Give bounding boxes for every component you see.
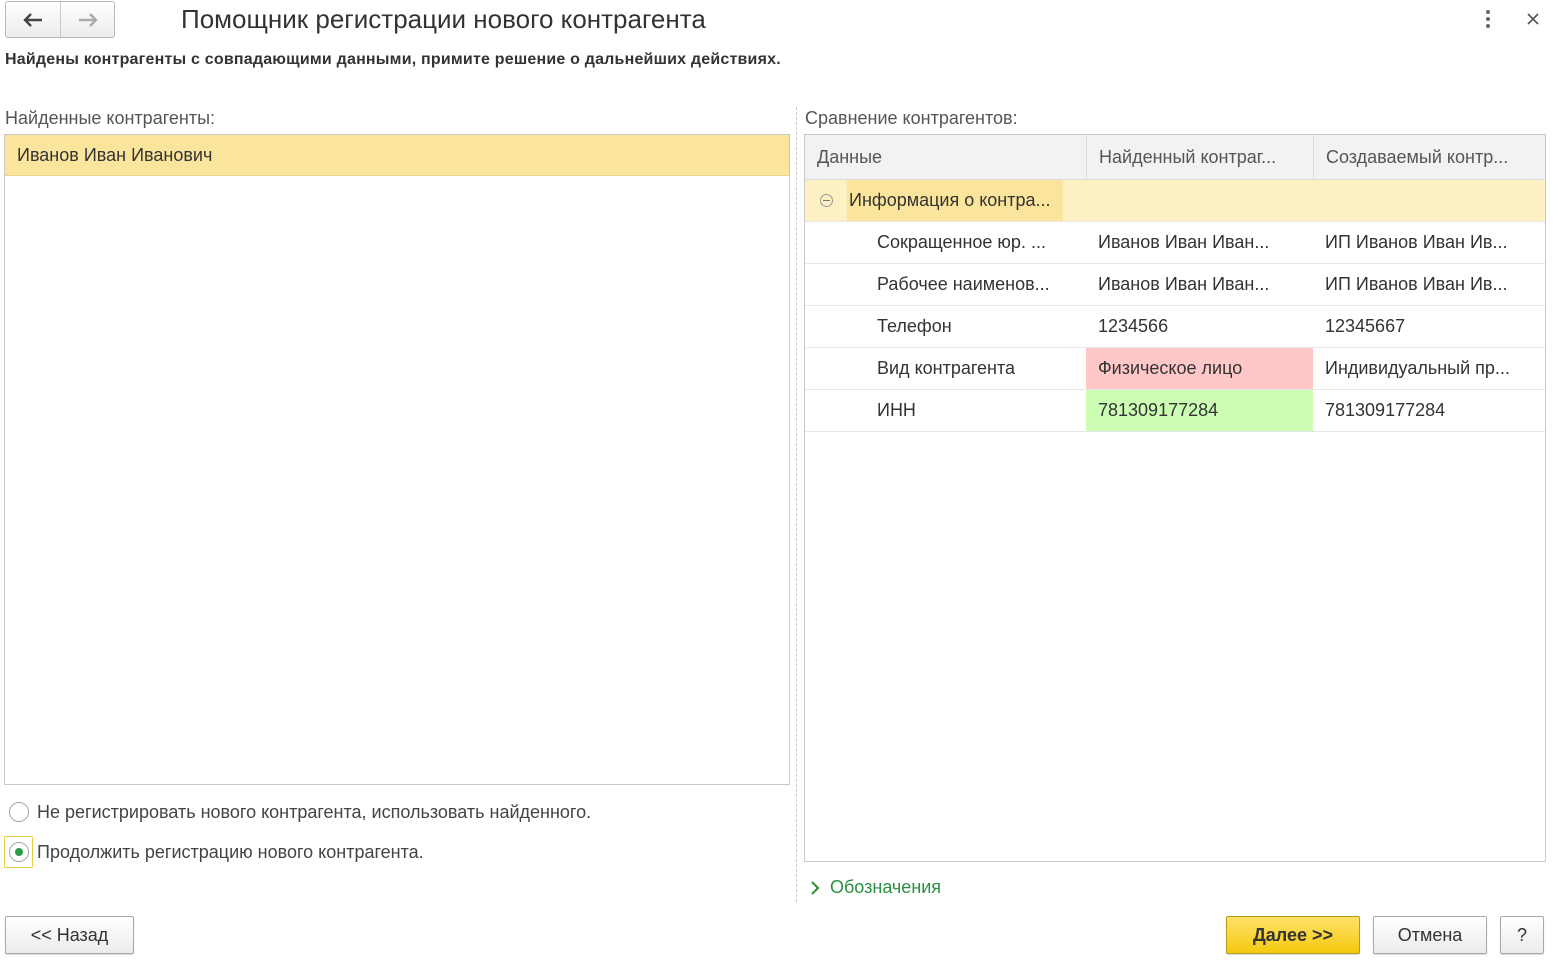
found-value: 1234566 <box>1098 316 1169 336</box>
collapse-icon[interactable] <box>805 180 847 221</box>
field-name: Сокращенное юр. ... <box>877 232 1046 252</box>
new-value: 781309177284 <box>1325 400 1446 420</box>
found-value: Иванов Иван Иван... <box>1098 274 1270 294</box>
close-button[interactable] <box>1522 6 1544 32</box>
found-value-different: Физическое лицо <box>1086 348 1313 389</box>
cancel-button[interactable]: Отмена <box>1373 916 1487 954</box>
radio-wrapper <box>4 796 33 828</box>
column-header-data[interactable]: Данные <box>805 135 1086 179</box>
next-button[interactable]: Далее >> <box>1226 916 1360 954</box>
arrow-right-icon <box>78 12 98 27</box>
option-continue-new-label: Продолжить регистрацию нового контрагент… <box>37 841 424 862</box>
found-list[interactable]: Иванов Иван Иванович <box>4 134 790 785</box>
legend-label: Обозначения <box>830 877 942 897</box>
comparison-label: Сравнение контрагентов: <box>805 108 1018 128</box>
close-icon <box>1527 13 1539 25</box>
forward-nav-button[interactable] <box>60 2 114 37</box>
new-value: ИП Иванов Иван Ив... <box>1325 232 1508 252</box>
column-header-new[interactable]: Создаваемый контр... <box>1313 135 1545 179</box>
option-use-found-label: Не регистрировать нового контрагента, ис… <box>37 801 592 822</box>
legend-toggle[interactable]: Обозначения <box>810 877 941 898</box>
page-subtitle: Найдены контрагенты с совпадающими данны… <box>5 51 781 68</box>
field-name: Телефон <box>877 316 952 336</box>
option-continue-new[interactable]: Продолжить регистрацию нового контрагент… <box>4 836 424 868</box>
table-row[interactable]: Сокращенное юр. ... Иванов Иван Иван... … <box>805 222 1545 264</box>
table-row[interactable]: Телефон 1234566 12345667 <box>805 306 1545 348</box>
group-cell: Информация о контра... <box>805 180 1086 221</box>
field-name: Рабочее наименов... <box>877 274 1050 294</box>
found-list-item[interactable]: Иванов Иван Иванович <box>5 135 789 176</box>
window-title: Помощник регистрации нового контрагента <box>181 4 706 34</box>
help-button[interactable]: ? <box>1500 916 1544 954</box>
column-header-found[interactable]: Найденный контраг... <box>1086 135 1313 179</box>
arrow-left-icon <box>23 12 42 27</box>
group-cell-new <box>1313 180 1545 221</box>
found-value: Иванов Иван Иван... <box>1098 232 1270 252</box>
field-name: ИНН <box>877 400 916 420</box>
radio-button-selected[interactable] <box>8 842 29 862</box>
group-row[interactable]: Информация о контра... <box>805 180 1545 222</box>
new-value: 12345667 <box>1325 316 1406 336</box>
new-value: ИП Иванов Иван Ив... <box>1325 274 1508 294</box>
group-label: Информация о контра... <box>847 180 1063 221</box>
table-row[interactable]: Вид контрагента Физическое лицо Индивиду… <box>805 348 1545 390</box>
chevron-right-icon <box>811 880 820 895</box>
comparison-table[interactable]: Данные Найденный контраг... Создаваемый … <box>804 134 1546 862</box>
field-name: Вид контрагента <box>877 358 1016 378</box>
table-row[interactable]: ИНН 781309177284 781309177284 <box>805 390 1545 432</box>
more-actions-button[interactable] <box>1478 6 1498 32</box>
vertical-dots-icon <box>1486 10 1490 28</box>
group-cell-found <box>1086 180 1313 221</box>
option-use-found[interactable]: Не регистрировать нового контрагента, ис… <box>4 796 591 828</box>
panel-splitter[interactable] <box>796 107 797 902</box>
back-button[interactable]: << Назад <box>5 916 134 954</box>
radio-dot <box>14 848 23 856</box>
back-nav-button[interactable] <box>6 2 60 37</box>
new-value: Индивидуальный пр... <box>1325 358 1510 378</box>
found-value-match: 781309177284 <box>1086 390 1313 431</box>
radio-button[interactable] <box>8 802 29 822</box>
radio-wrapper <box>4 836 33 868</box>
comparison-header: Данные Найденный контраг... Создаваемый … <box>805 135 1545 180</box>
found-list-label: Найденные контрагенты: <box>5 108 216 128</box>
history-nav <box>5 1 115 38</box>
table-row[interactable]: Рабочее наименов... Иванов Иван Иван... … <box>805 264 1545 306</box>
